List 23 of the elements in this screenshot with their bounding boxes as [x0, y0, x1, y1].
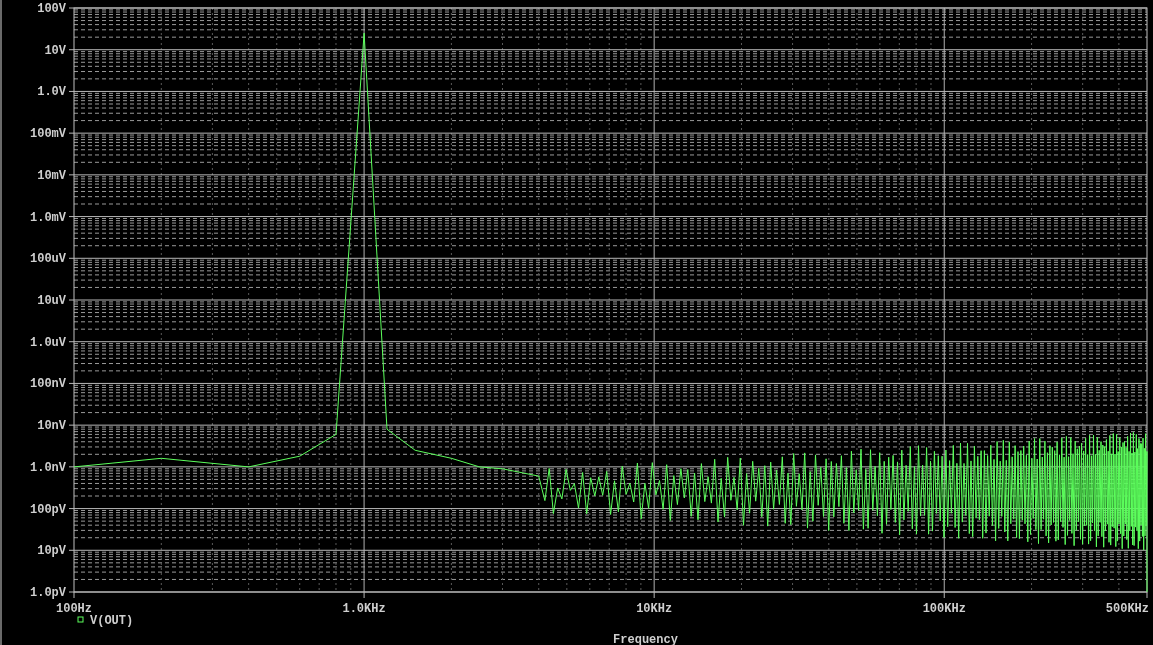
y-axis-label: 100pV: [30, 502, 66, 517]
x-axis-label: 100KHz: [922, 602, 966, 616]
x-axis-label: 10KHz: [636, 602, 673, 616]
y-axis-label: 100V: [37, 2, 66, 16]
y-axis-label: 100uV: [30, 252, 66, 267]
y-axis-label: 1.0mV: [30, 210, 66, 225]
y-axis-label: 10uV: [37, 294, 66, 308]
y-axis-label: 1.0uV: [30, 335, 66, 350]
y-axis-label: 10mV: [37, 168, 66, 183]
legend-marker-icon: [77, 616, 84, 623]
legend-label: V(OUT): [90, 614, 134, 628]
y-axis-label: 10nV: [37, 419, 66, 434]
y-axis-label: 1.0pV: [30, 586, 66, 600]
y-axis-label: 10V: [44, 43, 66, 58]
y-axis-label: 1.0nV: [30, 460, 66, 475]
y-axis-label: 1.0V: [37, 85, 66, 100]
y-axis-label: 100mV: [30, 127, 66, 142]
x-axis-label: 500KHz: [1105, 602, 1149, 616]
x-axis-title: Frequency: [613, 633, 678, 645]
y-axis-label: 100nV: [30, 377, 66, 392]
y-axis-label: 10pV: [37, 544, 66, 559]
x-axis-label: 100Hz: [56, 602, 92, 616]
x-axis-label: 1.0KHz: [342, 602, 386, 616]
